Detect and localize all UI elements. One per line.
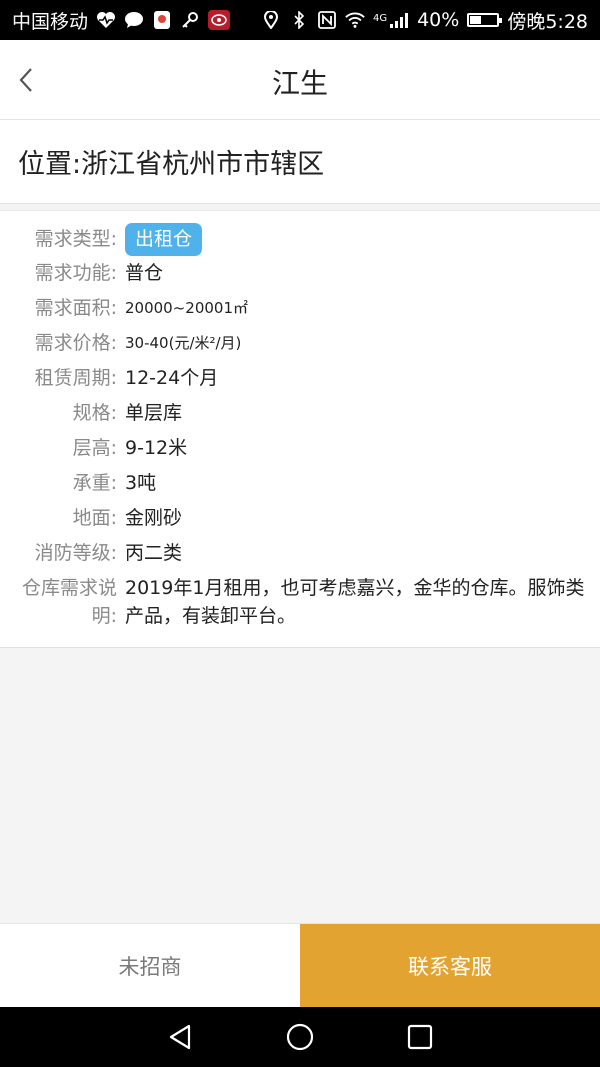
- heart-pulse-icon: [96, 10, 116, 30]
- bottom-action-bar: 未招商 联系客服: [0, 923, 600, 1007]
- detail-label: 需求功能:: [34, 262, 117, 284]
- app-badge-icon: [208, 10, 231, 30]
- recent-square-icon: [407, 1024, 433, 1050]
- detail-label: 需求类型:: [34, 228, 117, 250]
- detail-value: 9-12米: [125, 437, 188, 459]
- description-text: 2019年1月租用，也可考虑嘉兴，金华的仓库。服饰类产品，有装卸平台。: [125, 577, 585, 627]
- status-time: 傍晚5:28: [507, 10, 588, 33]
- detail-value: 普仓: [125, 262, 164, 284]
- detail-row-description: 仓库需求说明: 2019年1月租用，也可考虑嘉兴，金华的仓库。服饰类产品，有装卸…: [0, 574, 600, 630]
- detail-row: 需求功能: 普仓: [0, 260, 600, 286]
- nav-back-button[interactable]: [162, 1019, 198, 1055]
- location-icon: [261, 10, 281, 30]
- key-icon: [180, 10, 200, 30]
- bluetooth-icon: [289, 10, 309, 30]
- detail-row-type: 需求类型: 出租仓: [0, 223, 600, 256]
- detail-value: 金刚砂: [125, 507, 183, 529]
- map-pin-app-icon: [152, 10, 172, 30]
- back-triangle-icon: [169, 1024, 191, 1050]
- detail-label: 地面:: [72, 507, 117, 529]
- details-card: 需求类型: 出租仓 需求功能: 普仓 需求面积: 20000~20001㎡ 需求…: [0, 210, 600, 648]
- page-title: 江生: [271, 67, 328, 100]
- location-text: 位置:浙江省杭州市市辖区: [18, 149, 325, 180]
- detail-value: 丙二类: [125, 542, 183, 564]
- detail-value: 12-24个月: [125, 367, 219, 389]
- nav-recent-button[interactable]: [402, 1019, 438, 1055]
- detail-label: 租赁周期:: [34, 367, 117, 389]
- status-bar: 中国移动 4G 40% 傍晚5:28: [0, 0, 600, 40]
- wifi-icon: [345, 10, 365, 30]
- detail-label: 层高:: [72, 437, 117, 459]
- signal-icon: [389, 10, 409, 30]
- detail-value: 30-40(元/米²/月): [125, 334, 242, 352]
- contact-support-button[interactable]: 联系客服: [300, 924, 600, 1007]
- detail-label: 规格:: [72, 402, 117, 424]
- detail-value: 单层库: [125, 402, 183, 424]
- home-circle-icon: [286, 1023, 314, 1051]
- system-nav-bar: [0, 1007, 600, 1067]
- detail-label: 消防等级:: [34, 542, 117, 564]
- header: 江生: [0, 40, 600, 120]
- detail-row: 规格: 单层库: [0, 400, 600, 426]
- battery-percent: 40%: [417, 9, 460, 31]
- detail-value: 3吨: [125, 472, 157, 494]
- type-tag: 出租仓: [125, 223, 203, 256]
- detail-label: 需求面积:: [34, 297, 117, 319]
- detail-row: 地面: 金刚砂: [0, 505, 600, 531]
- detail-value: 20000~20001㎡: [125, 299, 249, 317]
- status-button[interactable]: 未招商: [0, 924, 300, 1007]
- location-row: 位置:浙江省杭州市市辖区: [0, 120, 600, 204]
- detail-row: 消防等级: 丙二类: [0, 540, 600, 566]
- detail-row: 层高: 9-12米: [0, 435, 600, 461]
- carrier-name: 中国移动: [12, 10, 89, 33]
- detail-row: 租赁周期: 12-24个月: [0, 365, 600, 391]
- chat-bubble-icon: [124, 10, 144, 30]
- detail-row: 需求面积: 20000~20001㎡: [0, 295, 600, 321]
- detail-label: 需求价格:: [34, 332, 117, 354]
- network-type: 4G: [372, 12, 388, 24]
- nav-home-button[interactable]: [282, 1019, 318, 1055]
- detail-row: 需求价格: 30-40(元/米²/月): [0, 330, 600, 356]
- nfc-icon: [317, 10, 337, 30]
- description-label: 仓库需求说明:: [21, 577, 117, 627]
- detail-row: 承重: 3吨: [0, 470, 600, 496]
- battery-icon: [467, 13, 503, 27]
- detail-label: 承重:: [72, 472, 117, 494]
